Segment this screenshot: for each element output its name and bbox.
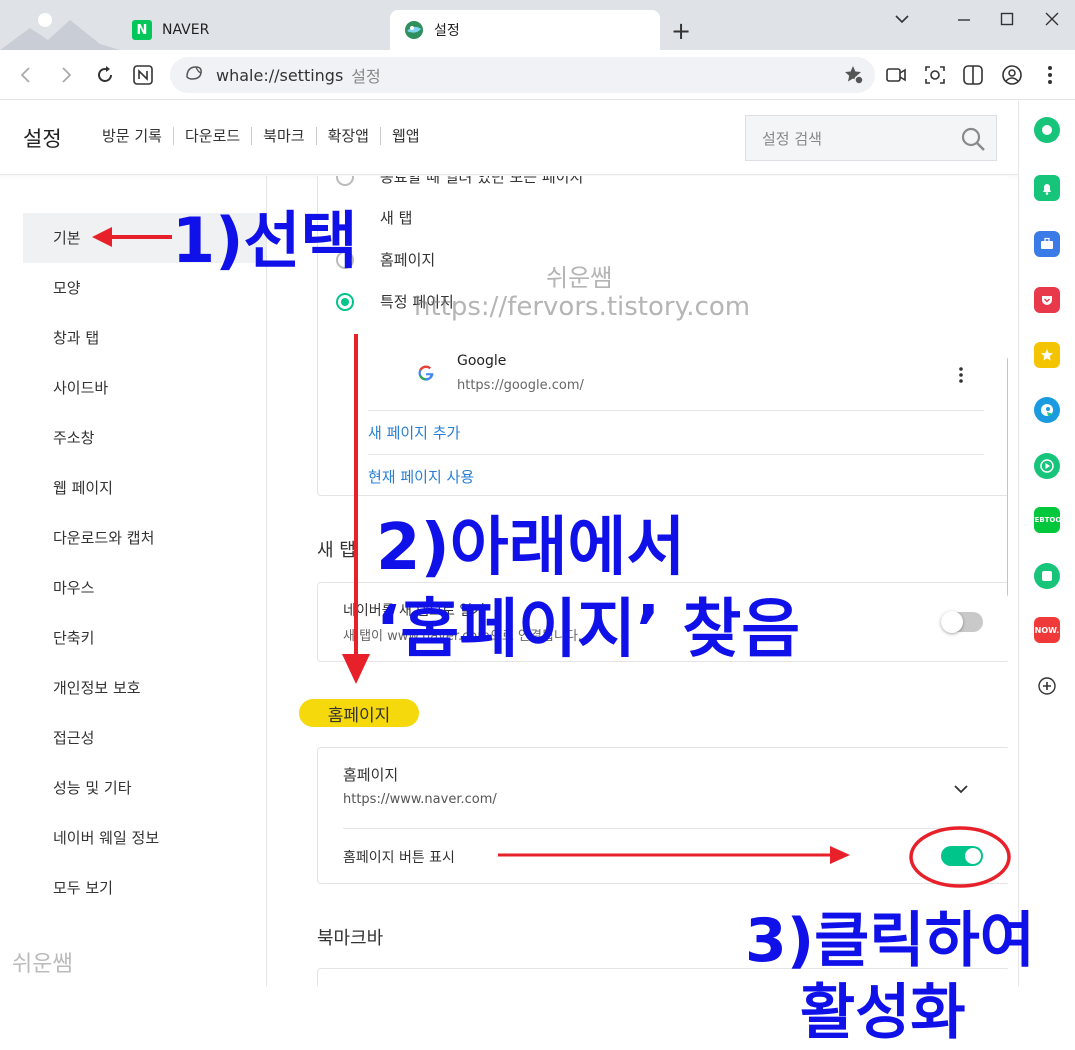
sidebar-item-mouse[interactable]: 마우스 (23, 563, 266, 613)
radio-button-selected[interactable] (336, 292, 354, 311)
homepage-row-title: 홈페이지 (343, 766, 399, 784)
address-url: whale://settings (216, 65, 344, 85)
annotation-step1: 1)선택 (172, 204, 358, 277)
tab-naver[interactable]: N NAVER (118, 10, 388, 50)
webtoon-icon[interactable]: WEBTOON (1027, 507, 1067, 533)
sidebar-item-performance[interactable]: 성능 및 기타 (23, 763, 266, 813)
homepage-button-toggle[interactable] (941, 846, 983, 866)
watermark-name: 쉬운쌤 (546, 264, 613, 292)
use-current-page-link[interactable]: 현재 페이지 사용 (368, 466, 474, 487)
page-title: 설정 (23, 127, 62, 151)
homepage-button-label: 홈페이지 버튼 표시 (343, 850, 455, 866)
nav-webapps[interactable]: 웹앱 (379, 127, 431, 145)
papago-icon[interactable] (1034, 397, 1060, 423)
sidebar-item-sidebar[interactable]: 사이드바 (23, 363, 266, 413)
kebab-menu-icon[interactable] (958, 366, 964, 388)
divider (343, 828, 984, 829)
sidebar-item-windows-tabs[interactable]: 창과 탭 (23, 313, 266, 363)
search-placeholder: 설정 검색 (762, 129, 822, 148)
search-icon[interactable] (960, 126, 986, 156)
tab-title: 설정 (434, 23, 460, 39)
startup-option-restore[interactable]: 종료할 때 열려 있던 모든 페이지 (336, 176, 583, 187)
now-icon[interactable]: NOW. (1034, 617, 1060, 643)
annotation-step3-line2: 활성화 (800, 978, 966, 1048)
homepage-section-title: 홈페이지 (299, 699, 419, 727)
whale-sidebar-panel: WEBTOON NOW. (1018, 101, 1075, 986)
tab-title: NAVER (162, 22, 210, 38)
startup-page-url: https://google.com/ (457, 378, 584, 393)
browser-toolbar: whale://settings 설정 (0, 50, 1075, 100)
sidebar-item-privacy[interactable]: 개인정보 보호 (23, 663, 266, 713)
star-icon[interactable] (1034, 342, 1060, 368)
capture-icon[interactable] (923, 63, 947, 87)
maximize-icon[interactable] (995, 8, 1019, 30)
landscape-decoration (0, 13, 120, 50)
annotation-step2-line1: 2)아래에서 (376, 511, 686, 585)
pocket-icon[interactable] (1034, 287, 1060, 313)
back-icon[interactable] (14, 63, 38, 87)
forward-icon[interactable] (54, 63, 78, 87)
close-icon[interactable] (1040, 8, 1064, 30)
add-icon[interactable] (1034, 673, 1060, 699)
new-tab-toggle[interactable] (941, 611, 983, 633)
divider (368, 410, 984, 411)
google-g-icon (417, 364, 437, 384)
reload-icon[interactable] (93, 63, 117, 87)
settings-search-input[interactable]: 설정 검색 (745, 115, 997, 161)
square-icon[interactable] (1034, 563, 1060, 589)
annotation-step2-line2: ‘홈페이지’ 찾음 (376, 593, 801, 667)
sidebar-item-downloads-capture[interactable]: 다운로드와 캡처 (23, 513, 266, 563)
minimize-icon[interactable] (952, 8, 976, 30)
whale-space-icon[interactable] (1034, 117, 1060, 143)
bell-icon[interactable] (1034, 175, 1060, 201)
expand-chevron-icon[interactable] (954, 779, 968, 798)
settings-sidebar: 기본 모양 창과 탭 사이드바 주소창 웹 페이지 다운로드와 캡처 마우스 단… (0, 176, 267, 986)
new-tab-button[interactable]: + (668, 18, 694, 44)
video-icon[interactable] (884, 63, 908, 87)
more-menu-icon[interactable] (1038, 63, 1062, 87)
sidebar-item-accessibility[interactable]: 접근성 (23, 713, 266, 763)
whale-outline-icon (184, 63, 204, 87)
chevron-down-icon[interactable] (890, 8, 914, 30)
nav-extensions[interactable]: 확장앱 (315, 127, 380, 145)
address-bar[interactable]: whale://settings 설정 (170, 57, 875, 93)
settings-header: 설정 방문 기록 다운로드 북마크 확장앱 웹앱 설정 검색 (0, 101, 1018, 175)
sidebar-item-about[interactable]: 네이버 웨일 정보 (23, 813, 266, 863)
sidebar-item-shortcuts[interactable]: 단축키 (23, 613, 266, 663)
sidebar-item-all[interactable]: 모두 보기 (23, 863, 266, 913)
homepage-row-value: https://www.naver.com/ (343, 792, 497, 807)
top-nav: 방문 기록 다운로드 북마크 확장앱 웹앱 (102, 127, 431, 145)
naver-n-icon: N (132, 20, 152, 40)
watermark-url: https://fervors.tistory.com (414, 292, 751, 322)
whale-icon (404, 20, 424, 40)
nav-history[interactable]: 방문 기록 (102, 127, 173, 145)
divider (368, 454, 984, 455)
startup-card (317, 176, 1008, 496)
new-tab-section-title: 새 탭 (317, 540, 356, 561)
nav-bookmarks[interactable]: 북마크 (251, 127, 315, 145)
split-view-icon[interactable] (961, 63, 985, 87)
radio-button[interactable] (336, 176, 354, 186)
nav-downloads[interactable]: 다운로드 (172, 127, 251, 145)
title-bar: N NAVER 설정 + (0, 0, 1075, 50)
profile-icon[interactable] (1000, 63, 1024, 87)
play-icon[interactable] (1034, 453, 1060, 479)
naver-home-icon[interactable] (131, 63, 155, 87)
bookmark-star-icon[interactable] (843, 64, 865, 90)
content-scrollbar[interactable] (1007, 356, 1008, 598)
address-hint: 설정 (351, 67, 381, 86)
sidebar-item-web-pages[interactable]: 웹 페이지 (23, 463, 266, 513)
sidebar-watermark: 쉬운쌤 (12, 952, 73, 977)
startup-page-name: Google (457, 353, 507, 369)
tab-settings[interactable]: 설정 (390, 10, 660, 50)
bookmark-bar-section-title: 북마크바 (317, 928, 384, 949)
toolbox-icon[interactable] (1034, 231, 1060, 257)
sidebar-item-address-bar[interactable]: 주소창 (23, 413, 266, 463)
add-page-link[interactable]: 새 페이지 추가 (368, 422, 460, 443)
